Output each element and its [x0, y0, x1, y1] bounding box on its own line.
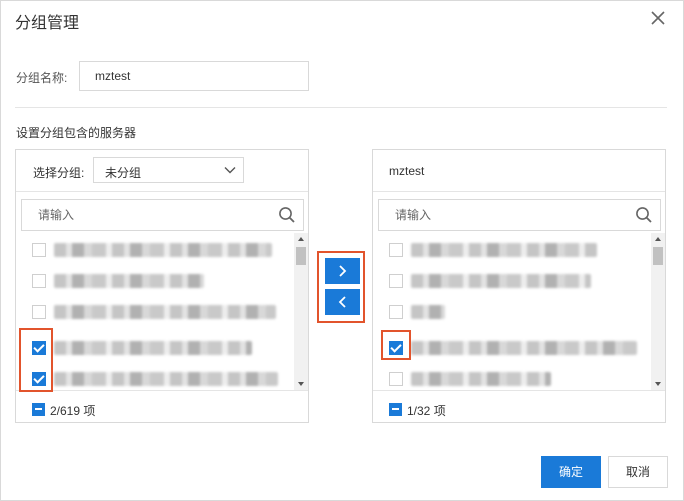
target-selection-count: 1/32 项	[407, 404, 446, 418]
source-panel-footer: 2/619 项	[16, 390, 308, 423]
list-item[interactable]	[16, 269, 294, 293]
select-group-label: 选择分组:	[33, 166, 85, 180]
group-select-value: 未分组	[105, 166, 142, 180]
divider	[15, 107, 667, 108]
item-checkbox[interactable]	[32, 243, 46, 257]
list-item[interactable]	[373, 238, 651, 262]
source-server-panel: 选择分组: 未分组 请输入 2/619 项	[15, 149, 309, 423]
target-scrollbar[interactable]	[651, 233, 665, 390]
list-item[interactable]	[16, 238, 294, 262]
server-name-redacted	[54, 372, 278, 386]
list-item[interactable]	[373, 300, 651, 324]
search-icon[interactable]	[278, 206, 296, 227]
group-select[interactable]: 未分组	[93, 157, 244, 183]
scroll-down-arrow-icon[interactable]	[651, 378, 665, 390]
item-checkbox[interactable]	[389, 243, 403, 257]
dialog-title: 分组管理	[15, 15, 80, 32]
target-server-list	[373, 233, 651, 390]
source-search	[21, 199, 304, 231]
select-all-indeterminate-checkbox[interactable]	[32, 403, 45, 416]
item-checkbox-checked[interactable]	[32, 372, 46, 386]
scroll-up-arrow-icon[interactable]	[294, 233, 308, 245]
source-selection-count: 2/619 项	[50, 404, 96, 418]
chevron-left-icon	[338, 296, 346, 308]
server-name-redacted	[54, 305, 276, 319]
item-checkbox-checked[interactable]	[32, 341, 46, 355]
item-checkbox[interactable]	[389, 305, 403, 319]
server-name-redacted	[54, 243, 272, 257]
server-name-redacted	[54, 274, 204, 288]
target-panel-header: mztest	[373, 150, 665, 192]
scroll-down-arrow-icon[interactable]	[294, 378, 308, 390]
target-group-title: mztest	[389, 164, 425, 178]
move-left-button[interactable]	[325, 289, 360, 315]
cancel-button[interactable]: 取消	[608, 456, 668, 488]
item-checkbox[interactable]	[32, 305, 46, 319]
chevron-right-icon	[339, 265, 347, 277]
group-management-dialog: 分组管理 分组名称: mztest 设置分组包含的服务器 选择分组: 未分组 请…	[0, 0, 684, 501]
server-name-redacted	[411, 341, 637, 355]
list-item[interactable]	[16, 300, 294, 324]
target-search	[378, 199, 661, 231]
target-search-input[interactable]	[379, 200, 629, 230]
scroll-up-arrow-icon[interactable]	[651, 233, 665, 245]
chevron-down-icon	[223, 163, 237, 180]
source-scrollbar[interactable]	[294, 233, 308, 390]
server-name-redacted	[411, 274, 591, 288]
server-name-redacted	[411, 305, 445, 319]
list-item[interactable]	[373, 336, 651, 360]
source-server-list	[16, 233, 294, 390]
close-icon[interactable]	[647, 7, 669, 29]
confirm-button[interactable]: 确定	[541, 456, 601, 488]
item-checkbox-checked[interactable]	[389, 341, 403, 355]
server-name-redacted	[411, 243, 597, 257]
server-section-label: 设置分组包含的服务器	[16, 126, 137, 140]
move-right-button[interactable]	[325, 258, 360, 284]
search-icon[interactable]	[635, 206, 653, 227]
group-name-label: 分组名称:	[16, 71, 68, 85]
server-name-redacted	[411, 372, 551, 386]
list-item[interactable]	[16, 367, 294, 390]
target-panel-footer: 1/32 项	[373, 390, 665, 423]
list-item[interactable]	[16, 336, 294, 360]
scroll-thumb[interactable]	[296, 247, 306, 265]
group-name-input[interactable]: mztest	[79, 61, 309, 91]
list-item[interactable]	[373, 367, 651, 390]
server-name-redacted	[54, 341, 252, 355]
item-checkbox[interactable]	[389, 274, 403, 288]
select-all-indeterminate-checkbox[interactable]	[389, 403, 402, 416]
item-checkbox[interactable]	[32, 274, 46, 288]
source-panel-header: 选择分组: 未分组	[16, 150, 308, 192]
list-item[interactable]	[373, 269, 651, 293]
scroll-thumb[interactable]	[653, 247, 663, 265]
target-server-panel: mztest 请输入 1/32 项	[372, 149, 666, 423]
item-checkbox[interactable]	[389, 372, 403, 386]
source-search-input[interactable]	[22, 200, 272, 230]
